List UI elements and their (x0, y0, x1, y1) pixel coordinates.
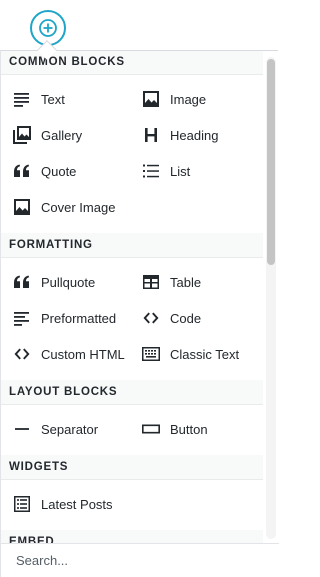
separator-icon (12, 419, 32, 439)
section-header-layout-blocks: LAYOUT BLOCKS (1, 380, 263, 405)
code-icon (141, 308, 161, 328)
section-header-formatting: FORMATTING (1, 233, 263, 258)
block-item-image[interactable]: Image (130, 81, 259, 117)
block-item-label: List (170, 163, 191, 179)
block-item-label: Pullquote (41, 274, 96, 290)
block-item-label: Image (170, 91, 207, 107)
latest-posts-icon (12, 494, 32, 514)
block-inserter-panel: COMMON BLOCKS Text Image Gallery Heading Quot… (0, 50, 279, 577)
section-header-widgets: WIDGETS (1, 455, 263, 480)
block-item-label: Quote (41, 163, 77, 179)
pullquote-icon (12, 272, 32, 292)
block-item-cover-image[interactable]: Cover Image (1, 189, 130, 225)
block-item-custom-html[interactable]: Custom HTML (1, 336, 130, 372)
block-item-gallery[interactable]: Gallery (1, 117, 130, 153)
keyboard-icon (141, 344, 161, 364)
cover-image-icon (12, 197, 32, 217)
list-icon (141, 161, 161, 181)
block-item-latest-posts[interactable]: Latest Posts (1, 486, 130, 522)
block-item-label: Gallery (41, 127, 83, 143)
image-icon (141, 89, 161, 109)
section-grid-layout-blocks: Separator Button (1, 405, 263, 455)
block-item-label: Text (41, 91, 65, 107)
paragraph-icon (12, 89, 32, 109)
block-item-classic-text[interactable]: Classic Text (130, 336, 259, 372)
search-input[interactable] (1, 544, 279, 577)
block-item-heading[interactable]: Heading (130, 117, 259, 153)
block-item-label: Custom HTML (41, 346, 125, 362)
block-list[interactable]: COMMON BLOCKS Text Image Gallery Heading Quot… (1, 51, 263, 544)
block-item-quote[interactable]: Quote (1, 153, 130, 189)
block-item-label: Cover Image (41, 199, 116, 215)
scrollbar-thumb[interactable] (267, 59, 275, 265)
block-item-button[interactable]: Button (130, 411, 259, 447)
heading-icon (141, 125, 161, 145)
block-item-label: Table (170, 274, 202, 290)
scrollbar[interactable] (266, 57, 276, 539)
block-item-text[interactable]: Text (1, 81, 130, 117)
block-item-label: Preformatted (41, 310, 117, 326)
block-item-pullquote[interactable]: Pullquote (1, 264, 130, 300)
block-item-preformatted[interactable]: Preformatted (1, 300, 130, 336)
block-item-list[interactable]: List (130, 153, 259, 189)
block-item-table[interactable]: Table (130, 264, 259, 300)
section-header-embed: EMBED (1, 530, 263, 544)
section-header-common-blocks: COMMON BLOCKS (1, 51, 263, 75)
button-icon (141, 419, 161, 439)
gallery-icon (12, 125, 32, 145)
section-grid-common-blocks: Text Image Gallery Heading Quote List Cover Im… (1, 75, 263, 233)
block-item-label: Code (170, 310, 202, 326)
section-grid-widgets: Latest Posts (1, 480, 263, 530)
preformatted-icon (12, 308, 32, 328)
block-item-label: Classic Text (170, 346, 240, 362)
block-item-label: Latest Posts (41, 496, 113, 512)
table-icon (141, 272, 161, 292)
search-bar (1, 543, 279, 577)
html-icon (12, 344, 32, 364)
section-grid-formatting: Pullquote Table Preformatted Code Custom HTM… (1, 258, 263, 380)
quote-icon (12, 161, 32, 181)
block-item-code[interactable]: Code (130, 300, 259, 336)
block-item-label: Button (170, 421, 208, 437)
block-item-label: Heading (170, 127, 219, 143)
plus-circle-icon (39, 19, 57, 37)
block-item-separator[interactable]: Separator (1, 411, 130, 447)
block-item-label: Separator (41, 421, 99, 437)
